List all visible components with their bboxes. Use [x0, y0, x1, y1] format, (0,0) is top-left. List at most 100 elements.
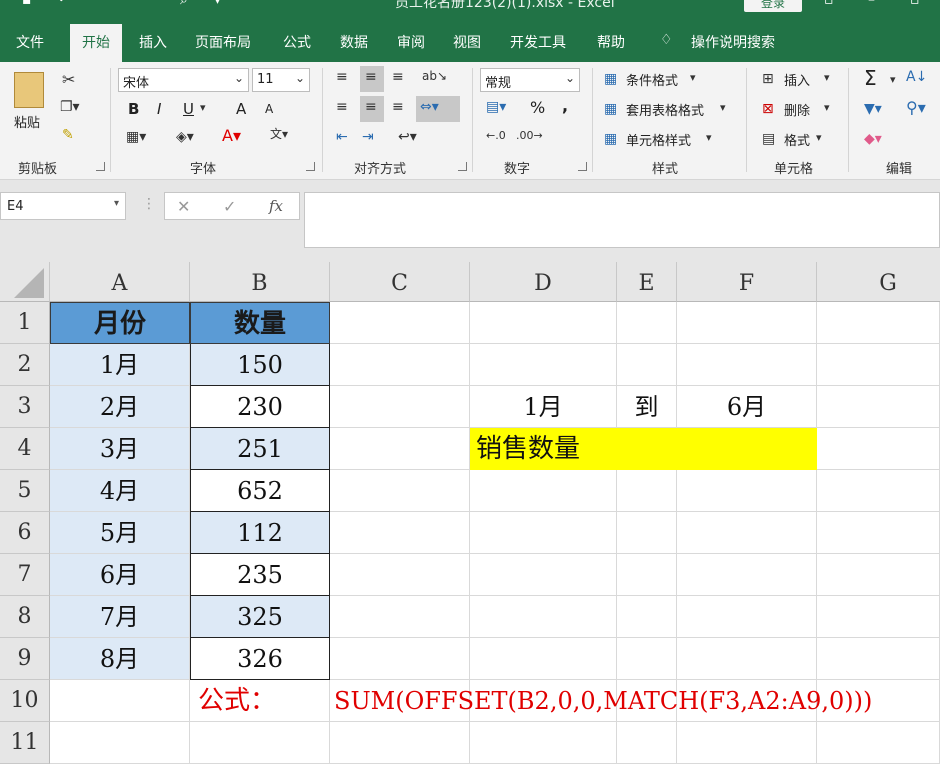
drag-handle-icon[interactable]: ⋮: [142, 196, 156, 212]
cell-d3[interactable]: 1月: [470, 386, 617, 428]
cell-empty[interactable]: [677, 638, 817, 680]
cell-e3[interactable]: 到: [617, 386, 677, 428]
table-cell-quantity[interactable]: 652: [190, 470, 330, 512]
table-header-quantity[interactable]: 数量: [190, 302, 330, 344]
table-cell-quantity[interactable]: 150: [190, 344, 330, 386]
decrease-indent-icon[interactable]: ⇤: [336, 130, 348, 144]
column-header-b[interactable]: B: [190, 262, 330, 302]
percent-button[interactable]: %: [530, 98, 545, 117]
cell-empty[interactable]: [817, 386, 940, 428]
paste-icon[interactable]: [14, 72, 44, 108]
cut-icon[interactable]: ✂: [62, 72, 75, 88]
cell-empty[interactable]: [617, 302, 677, 344]
cell-empty[interactable]: [817, 344, 940, 386]
cell-empty[interactable]: [617, 344, 677, 386]
orientation-icon[interactable]: ab↘: [422, 70, 447, 82]
cell-empty[interactable]: [470, 344, 617, 386]
cell-empty[interactable]: [330, 554, 470, 596]
format-cells-button[interactable]: 格式: [784, 130, 810, 149]
tab-developer[interactable]: 开发工具: [510, 32, 566, 52]
cell-empty[interactable]: [470, 596, 617, 638]
cell-empty[interactable]: [617, 554, 677, 596]
tab-page-layout[interactable]: 页面布局: [195, 32, 251, 52]
cell-empty[interactable]: [677, 512, 817, 554]
table-cell-quantity[interactable]: 251: [190, 428, 330, 470]
print-preview-icon[interactable]: ⌕: [180, 0, 188, 8]
clear-icon[interactable]: ◆▾: [864, 132, 882, 146]
fill-color-icon[interactable]: ◈▾: [176, 130, 194, 144]
ribbon-display-icon[interactable]: ▫: [824, 0, 834, 8]
column-header-e[interactable]: E: [617, 262, 677, 302]
table-cell-quantity[interactable]: 112: [190, 512, 330, 554]
cell-empty[interactable]: [190, 722, 330, 764]
cell-empty[interactable]: [677, 344, 817, 386]
sales-quantity-cell[interactable]: 销售数量: [470, 428, 817, 470]
select-all-corner[interactable]: [0, 262, 50, 302]
row-header-6[interactable]: 6: [0, 512, 50, 554]
cell-empty[interactable]: [330, 512, 470, 554]
table-cell-month[interactable]: 3月: [50, 428, 190, 470]
paste-label[interactable]: 粘贴: [14, 112, 40, 131]
number-format-select[interactable]: 常规 ⌄: [480, 68, 580, 92]
formula-text-cell[interactable]: SUM(OFFSET(B2,0,0,MATCH(F3,A2:A9,0))): [330, 680, 940, 722]
increase-decimal-icon[interactable]: ←.0: [486, 130, 506, 141]
number-launcher-icon[interactable]: [578, 162, 587, 171]
table-cell-quantity[interactable]: 235: [190, 554, 330, 596]
delete-cells-button[interactable]: 删除: [784, 100, 810, 119]
row-header-1[interactable]: 1: [0, 302, 50, 344]
customize-toolbar-icon[interactable]: ▾: [214, 0, 221, 8]
align-top-icon[interactable]: ≡: [336, 70, 348, 84]
cell-empty[interactable]: [330, 638, 470, 680]
accounting-format-icon[interactable]: ▤▾: [486, 100, 506, 114]
cell-empty[interactable]: [470, 554, 617, 596]
column-header-f[interactable]: F: [677, 262, 817, 302]
cell-empty[interactable]: [617, 722, 677, 764]
insert-function-button[interactable]: fx: [269, 197, 283, 215]
increase-indent-icon[interactable]: ⇥: [362, 130, 374, 144]
cell-empty[interactable]: [470, 512, 617, 554]
tab-insert[interactable]: 插入: [139, 32, 167, 52]
phonetic-icon[interactable]: 文▾: [270, 128, 288, 140]
maximize-icon[interactable]: ▫: [910, 0, 920, 8]
decrease-decimal-icon[interactable]: .00→: [516, 130, 543, 141]
chevron-down-icon[interactable]: ▾: [200, 102, 206, 113]
clipboard-launcher-icon[interactable]: [96, 162, 105, 171]
cell-empty[interactable]: [470, 722, 617, 764]
cell-empty[interactable]: [817, 596, 940, 638]
cell-empty[interactable]: [617, 596, 677, 638]
alignment-launcher-icon[interactable]: [458, 162, 467, 171]
cell-empty[interactable]: [330, 428, 470, 470]
font-color-icon[interactable]: A▾: [222, 128, 241, 144]
cell-empty[interactable]: [817, 302, 940, 344]
sort-filter-icon[interactable]: A↓: [906, 70, 927, 84]
align-left-icon[interactable]: ≡: [336, 100, 348, 114]
fill-icon[interactable]: ▼▾: [864, 102, 882, 116]
tab-review[interactable]: 审阅: [397, 32, 425, 52]
enter-icon[interactable]: ✓: [223, 197, 236, 216]
minimize-icon[interactable]: –: [868, 0, 875, 8]
shrink-font-button[interactable]: A: [265, 102, 273, 116]
table-cell-month[interactable]: 4月: [50, 470, 190, 512]
cell-empty[interactable]: [470, 638, 617, 680]
conditional-format-button[interactable]: 条件格式: [626, 70, 678, 89]
column-header-a[interactable]: A: [50, 262, 190, 302]
copy-icon[interactable]: ❐▾: [60, 100, 80, 114]
table-cell-month[interactable]: 2月: [50, 386, 190, 428]
column-header-c[interactable]: C: [330, 262, 470, 302]
cell-empty[interactable]: [817, 512, 940, 554]
cell-empty[interactable]: [677, 596, 817, 638]
autosum-button[interactable]: Σ: [864, 66, 877, 90]
row-header-5[interactable]: 5: [0, 470, 50, 512]
cell-empty[interactable]: [50, 680, 190, 722]
cell-empty[interactable]: [677, 302, 817, 344]
format-as-table-button[interactable]: 套用表格格式: [626, 100, 704, 119]
row-header-10[interactable]: 10: [0, 680, 50, 722]
table-header-month[interactable]: 月份: [50, 302, 190, 344]
find-select-icon[interactable]: ⚲▾: [906, 100, 926, 116]
tab-help[interactable]: 帮助: [597, 32, 625, 52]
cell-empty[interactable]: [50, 722, 190, 764]
cell-empty[interactable]: [817, 554, 940, 596]
cell-empty[interactable]: [677, 554, 817, 596]
cell-empty[interactable]: [817, 638, 940, 680]
cell-empty[interactable]: [330, 722, 470, 764]
